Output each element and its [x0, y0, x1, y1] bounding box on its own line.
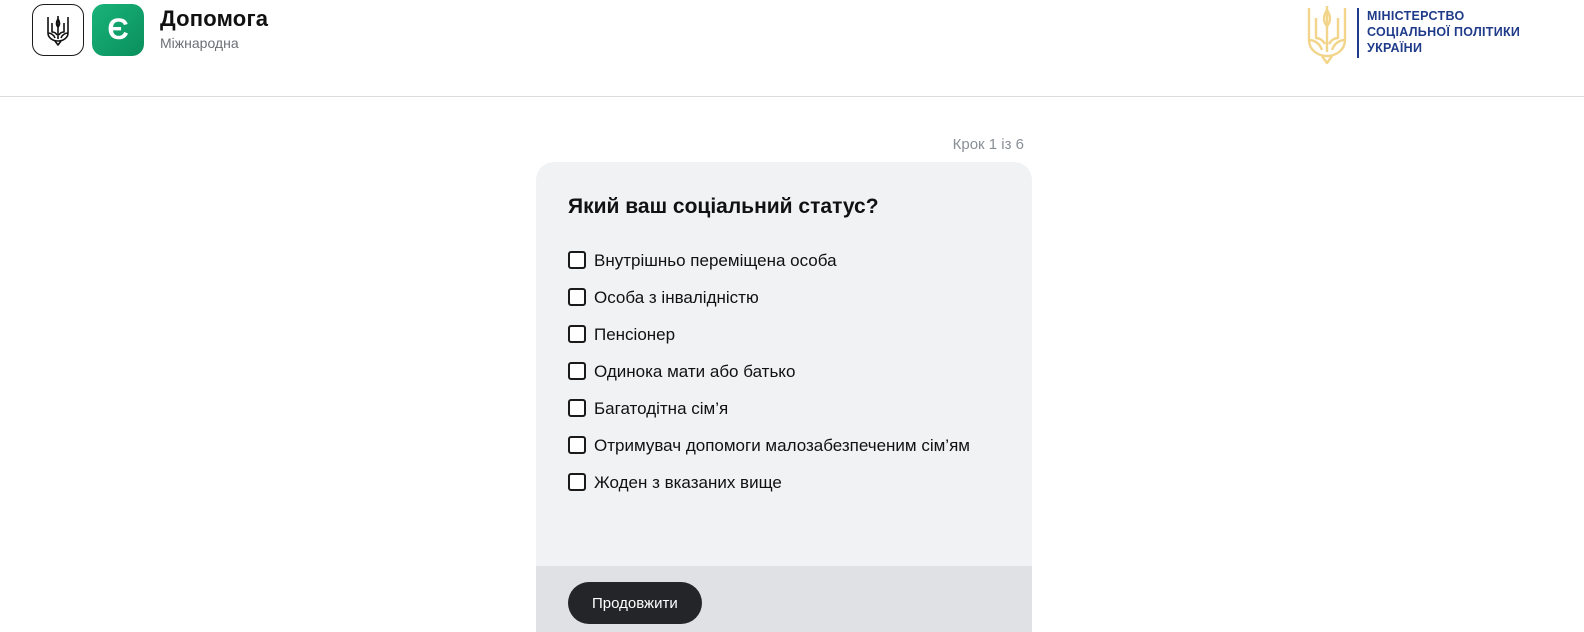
step-indicator: Крок 1 із 6 — [952, 136, 1024, 153]
ministry-divider — [1357, 8, 1359, 58]
brand-subtitle: Міжнародна — [160, 35, 239, 51]
option-label: Особа з інвалідністю — [594, 288, 759, 307]
ministry-name-line: МІНІСТЕРСТВО — [1367, 9, 1465, 23]
option-label: Пенсіонер — [594, 325, 676, 344]
option-label: Отримувач допомоги малозабезпеченим сім’… — [594, 436, 970, 455]
option-none[interactable]: Жоден з вказаних вище — [568, 472, 988, 493]
option-disability[interactable]: Особа з інвалідністю — [568, 287, 988, 308]
checkbox[interactable] — [568, 436, 586, 454]
site-header: Є Допомога Міжнародна МІНІСТЕРСТВО СОЦІА… — [0, 0, 1584, 97]
trident-logo[interactable] — [32, 4, 84, 56]
checkbox[interactable] — [568, 399, 586, 417]
checkbox[interactable] — [568, 251, 586, 269]
option-single-parent[interactable]: Одинока мати або батько — [568, 361, 988, 382]
option-label: Жоден з вказаних вище — [594, 473, 782, 492]
option-large-family[interactable]: Багатодітна сім’я — [568, 398, 988, 419]
checkbox[interactable] — [568, 473, 586, 491]
card-footer: Продовжити — [536, 566, 1032, 632]
ministry-name-line: УКРАЇНИ — [1367, 41, 1423, 55]
checkbox[interactable] — [568, 325, 586, 343]
ministry-name-line: СОЦІАЛЬНОЇ ПОЛІТИКИ — [1367, 25, 1521, 39]
app-logo[interactable]: Є — [92, 4, 144, 56]
option-label: Внутрішньо переміщена особа — [594, 251, 837, 270]
option-idp[interactable]: Внутрішньо переміщена особа — [568, 250, 988, 271]
ministry-trident-icon — [1307, 6, 1347, 65]
checkbox[interactable] — [568, 288, 586, 306]
svg-text:Є: Є — [107, 13, 128, 46]
ministry-logo[interactable]: МІНІСТЕРСТВО СОЦІАЛЬНОЇ ПОЛІТИКИ УКРАЇНИ — [1304, 2, 1554, 66]
checkbox[interactable] — [568, 362, 586, 380]
ministry-name: МІНІСТЕРСТВО СОЦІАЛЬНОЇ ПОЛІТИКИ УКРАЇНИ — [1367, 8, 1520, 56]
question-card: Який ваш соціальний статус? Внутрішньо п… — [536, 162, 1032, 632]
continue-button[interactable]: Продовжити — [568, 582, 702, 624]
question-title: Який ваш соціальний статус? — [568, 195, 879, 218]
option-low-income-recipient[interactable]: Отримувач допомоги малозабезпеченим сім’… — [568, 435, 988, 456]
option-label: Багатодітна сім’я — [594, 399, 729, 418]
options-list: Внутрішньо переміщена особа Особа з інва… — [568, 250, 988, 509]
brand-title[interactable]: Допомога — [160, 6, 268, 32]
trident-icon — [47, 16, 69, 46]
app-e-icon: Є — [107, 13, 128, 46]
option-pensioner[interactable]: Пенсіонер — [568, 324, 988, 345]
option-label: Одинока мати або батько — [594, 362, 796, 381]
